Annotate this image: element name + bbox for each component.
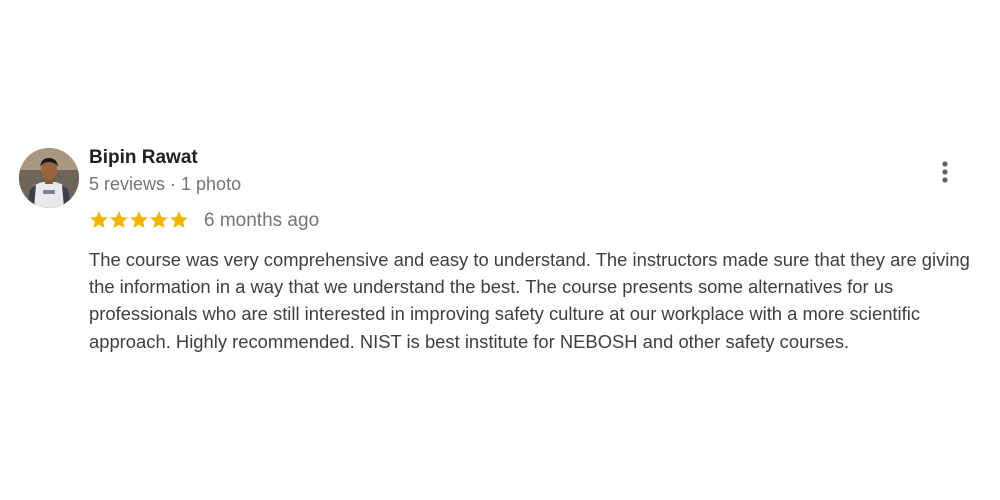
review-time: 6 months ago (204, 210, 320, 231)
star-icon (109, 210, 129, 230)
avatar[interactable] (19, 148, 79, 208)
star-icon (89, 210, 109, 230)
star-rating (89, 207, 189, 233)
star-icon (149, 210, 169, 230)
reviewer-name[interactable]: Bipin Rawat (89, 147, 198, 169)
review-card: Bipin Rawat 5 reviews · 1 photo 6 months… (0, 0, 1000, 500)
more-options-button[interactable] (930, 156, 960, 188)
star-icon (129, 210, 149, 230)
more-vert-icon (942, 161, 948, 183)
review-text: The course was very comprehensive and ea… (89, 249, 970, 352)
star-icon (169, 210, 189, 230)
reviewer-meta: 5 reviews · 1 photo (89, 174, 242, 194)
avatar-photo-icon (19, 148, 79, 208)
